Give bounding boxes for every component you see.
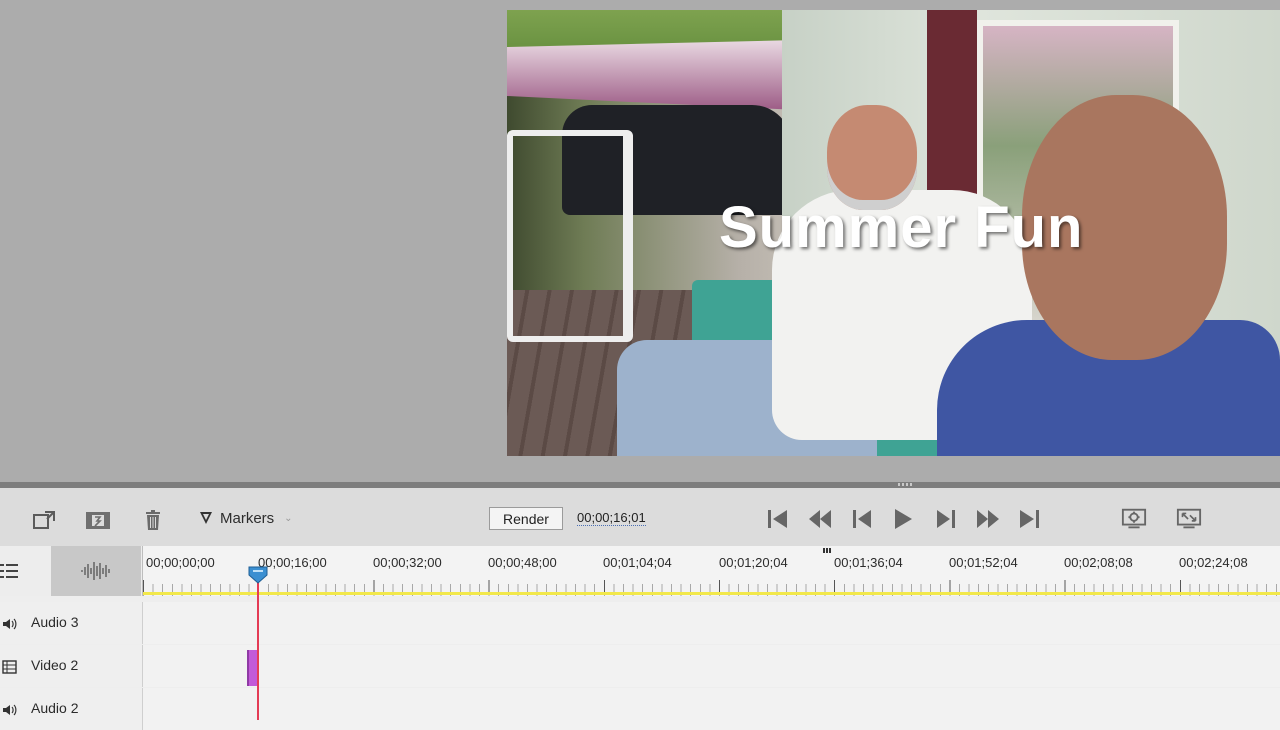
current-timecode[interactable]: 00;00;16;01 — [577, 510, 646, 526]
markers-menu[interactable]: Markers ⌄ — [200, 507, 293, 529]
track-name: Audio 3 — [31, 614, 79, 630]
track-name: Audio 2 — [31, 700, 79, 716]
ruler-label: 00;00;00;00 — [146, 555, 215, 570]
ruler-label: 00;00;32;00 — [373, 555, 442, 570]
speaker-icon[interactable] — [2, 702, 18, 718]
monitor-settings-icon[interactable] — [1120, 506, 1148, 532]
track-header[interactable]: Video 2 — [0, 645, 143, 687]
track-header[interactable]: Audio 3 — [0, 602, 143, 644]
go-to-end-icon[interactable] — [1016, 506, 1042, 532]
timeline-tracks: Audio 3 Video 2 Audio 2 — [0, 596, 1280, 730]
track-header[interactable]: Audio 2 — [0, 688, 143, 730]
play-icon[interactable] — [890, 506, 916, 532]
ruler-label: 00;01;20;04 — [719, 555, 788, 570]
ruler-label: 00;01;52;04 — [949, 555, 1018, 570]
ruler-marker[interactable] — [823, 548, 831, 553]
title-overlay-text[interactable]: Summer Fun — [719, 194, 1084, 261]
ruler-label: 00;02;24;08 — [1179, 555, 1248, 570]
audio-waveform-icon[interactable] — [51, 546, 141, 596]
rewind-icon[interactable] — [807, 506, 833, 532]
ruler-label: 00;02;08;08 — [1064, 555, 1133, 570]
speaker-icon[interactable] — [2, 616, 18, 632]
trash-icon[interactable] — [139, 509, 167, 531]
track-audio-2: Audio 2 — [0, 688, 1280, 730]
film-icon[interactable] — [2, 659, 18, 675]
marker-icon — [200, 512, 212, 524]
smart-fix-icon[interactable] — [84, 509, 112, 531]
track-name: Video 2 — [31, 657, 79, 673]
fullscreen-icon[interactable] — [1175, 506, 1203, 532]
ruler-label: 00;00;48;00 — [488, 555, 557, 570]
track-body[interactable] — [143, 602, 1280, 644]
playhead-handle[interactable] — [248, 566, 268, 584]
ruler-major-ticks — [143, 580, 1280, 592]
chevron-down-icon: ⌄ — [284, 512, 293, 524]
ruler-label: 00;01;04;04 — [603, 555, 672, 570]
render-button[interactable]: Render — [489, 507, 563, 530]
ruler-label: 00;00;16;00 — [258, 555, 327, 570]
track-tools-area — [0, 546, 143, 596]
track-body[interactable] — [143, 645, 1280, 687]
work-area-bar[interactable] — [143, 592, 1280, 595]
preview-awning — [507, 40, 797, 110]
step-forward-icon[interactable] — [932, 506, 958, 532]
markers-label: Markers — [220, 509, 275, 527]
track-audio-3: Audio 3 — [0, 602, 1280, 644]
go-to-start-icon[interactable] — [765, 506, 791, 532]
track-video-2: Video 2 — [0, 645, 1280, 687]
preview-rocking-chair — [507, 130, 633, 342]
playhead-line[interactable] — [257, 582, 259, 720]
splitter-grip[interactable] — [898, 483, 912, 486]
video-preview[interactable]: Summer Fun — [507, 10, 1280, 456]
step-back-icon[interactable] — [850, 506, 876, 532]
ruler-label: 00;01;36;04 — [834, 555, 903, 570]
track-body[interactable] — [143, 688, 1280, 730]
resize-clip-icon[interactable] — [31, 509, 59, 531]
fast-forward-icon[interactable] — [975, 506, 1001, 532]
track-list-icon[interactable] — [0, 546, 50, 596]
